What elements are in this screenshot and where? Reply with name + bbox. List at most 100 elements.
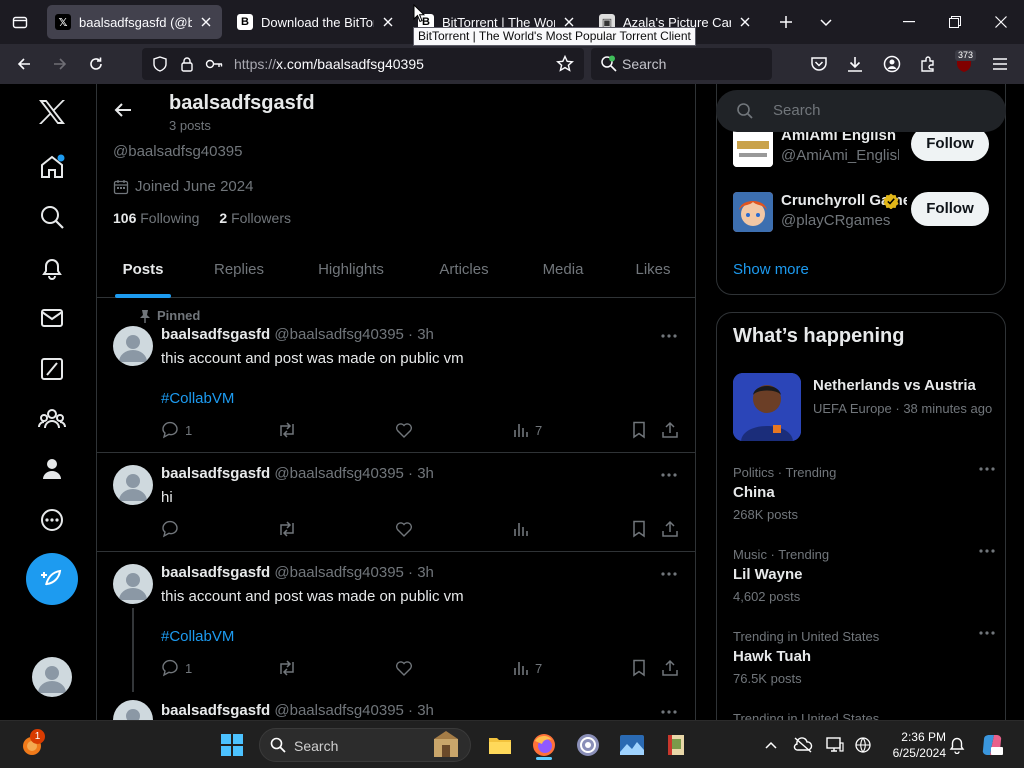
extensions-puzzle-icon[interactable] bbox=[912, 48, 944, 80]
event-image[interactable] bbox=[733, 373, 801, 441]
pocket-icon[interactable] bbox=[803, 48, 835, 80]
menu-hamburger-icon[interactable] bbox=[984, 48, 1016, 80]
list-all-tabs-icon[interactable] bbox=[6, 10, 34, 34]
close-tab-icon[interactable] bbox=[198, 14, 214, 30]
repost-button[interactable] bbox=[277, 420, 297, 440]
account-avatar[interactable] bbox=[32, 657, 72, 697]
notification-bell-icon[interactable] bbox=[942, 727, 972, 763]
back-arrow-icon[interactable] bbox=[8, 48, 40, 80]
follow-suggestion[interactable]: AmiAmi English @AmiAmi_English Follow bbox=[733, 127, 993, 171]
repost-button[interactable] bbox=[277, 519, 297, 539]
tab-highlights[interactable]: Highlights bbox=[309, 250, 393, 298]
more-dots-icon[interactable] bbox=[979, 549, 995, 565]
reply-button[interactable]: 1 bbox=[161, 658, 192, 678]
network-globe-icon[interactable] bbox=[848, 727, 878, 763]
tab-posts[interactable]: Posts bbox=[115, 250, 171, 298]
tab-articles[interactable]: Articles bbox=[431, 250, 497, 298]
trend-item[interactable]: Politics · Trending China 268K posts bbox=[733, 465, 995, 522]
tab-media[interactable]: Media bbox=[535, 250, 591, 298]
more-dots-icon[interactable] bbox=[659, 702, 679, 720]
messages-envelope-icon[interactable] bbox=[34, 300, 70, 336]
permissions-key-icon[interactable] bbox=[205, 56, 223, 72]
restore-window-icon[interactable] bbox=[932, 0, 978, 44]
tab-x-profile[interactable]: 𝕏 baalsadfsgasfd (@baalsadfsg40395) / X bbox=[47, 5, 222, 39]
post-avatar[interactable] bbox=[113, 465, 153, 505]
share-button[interactable] bbox=[661, 420, 679, 440]
explore-search-icon[interactable] bbox=[34, 199, 70, 235]
communities-icon[interactable] bbox=[34, 401, 70, 437]
compose-post-button[interactable] bbox=[26, 553, 78, 605]
show-more-link[interactable]: Show more bbox=[733, 261, 809, 278]
home-icon[interactable] bbox=[34, 149, 70, 185]
forward-arrow-icon[interactable] bbox=[44, 48, 76, 80]
views-button[interactable]: 7 bbox=[513, 658, 542, 678]
profile-person-icon[interactable] bbox=[34, 451, 70, 487]
follow-button[interactable]: Follow bbox=[911, 127, 989, 161]
bookmark-button[interactable] bbox=[631, 519, 647, 539]
taskbar-search-box[interactable]: Search bbox=[259, 728, 471, 762]
follow-button[interactable]: Follow bbox=[911, 192, 989, 226]
bookmark-star-icon[interactable] bbox=[556, 55, 574, 73]
system-clock[interactable]: 2:36 PM 6/25/2024 bbox=[876, 729, 946, 761]
post-author[interactable]: baalsadfsgasfd @baalsadfsg40395 · 3h bbox=[161, 702, 434, 719]
reply-button[interactable] bbox=[161, 519, 179, 539]
views-button[interactable] bbox=[513, 519, 529, 539]
lock-icon[interactable] bbox=[179, 56, 195, 72]
like-button[interactable] bbox=[395, 420, 413, 440]
like-button[interactable] bbox=[395, 519, 413, 539]
event-title[interactable]: Netherlands vs Austria bbox=[813, 377, 976, 394]
file-explorer-icon[interactable] bbox=[482, 727, 518, 763]
trend-item[interactable]: Trending in United States bbox=[733, 711, 993, 720]
new-tab-icon[interactable] bbox=[772, 8, 800, 36]
windows-start-icon[interactable] bbox=[214, 727, 250, 763]
post-item[interactable]: baalsadfsgasfd @baalsadfsg40395 · 3h hi bbox=[97, 453, 695, 552]
follow-suggestion[interactable]: Crunchyroll Games @playCRgames Follow bbox=[733, 192, 993, 236]
bittorrent-app-icon[interactable] bbox=[570, 727, 606, 763]
downloads-icon[interactable] bbox=[839, 48, 871, 80]
more-dots-icon[interactable] bbox=[979, 631, 995, 647]
tab-list-chevron-down-icon[interactable] bbox=[812, 8, 840, 36]
copilot-icon[interactable] bbox=[976, 727, 1008, 763]
bookmark-button[interactable] bbox=[631, 420, 647, 440]
like-button[interactable] bbox=[395, 658, 413, 678]
explore-search-field[interactable]: Search bbox=[716, 90, 1006, 132]
close-tab-icon[interactable] bbox=[380, 14, 396, 30]
following-link[interactable]: 106 Following bbox=[113, 210, 199, 226]
archive-app-icon[interactable] bbox=[658, 727, 694, 763]
more-dots-icon[interactable] bbox=[659, 564, 679, 584]
post-avatar[interactable] bbox=[113, 326, 153, 366]
more-dots-icon[interactable] bbox=[659, 326, 679, 346]
trend-item[interactable]: Music · Trending Lil Wayne 4,602 posts bbox=[733, 547, 995, 604]
post-author[interactable]: baalsadfsgasfd @baalsadfsg40395 · 3h bbox=[161, 564, 434, 581]
reload-icon[interactable] bbox=[80, 48, 112, 80]
more-circle-icon[interactable] bbox=[34, 502, 70, 538]
more-dots-icon[interactable] bbox=[659, 465, 679, 485]
bookmark-button[interactable] bbox=[631, 658, 647, 678]
post-avatar[interactable] bbox=[113, 700, 153, 720]
trend-item[interactable]: Trending in United States Hawk Tuah 76.5… bbox=[733, 629, 995, 686]
minimize-window-icon[interactable] bbox=[886, 0, 932, 44]
grok-icon[interactable] bbox=[34, 351, 70, 387]
firefox-icon[interactable] bbox=[526, 727, 562, 763]
hashtag-link[interactable]: #CollabVM bbox=[161, 628, 234, 645]
tab-likes[interactable]: Likes bbox=[629, 250, 677, 298]
web-search-box[interactable]: Search bbox=[591, 48, 772, 80]
cloud-offline-icon[interactable] bbox=[788, 727, 818, 763]
back-arrow-icon[interactable] bbox=[113, 100, 133, 120]
post-item[interactable]: baalsadfsgasfd @baalsadfsg40395 · 3h thi… bbox=[97, 552, 695, 692]
post-author[interactable]: baalsadfsgasfd @baalsadfsg40395 · 3h bbox=[161, 465, 434, 482]
address-bar[interactable]: https://x.com/baalsadfsg40395 bbox=[142, 48, 584, 80]
tracking-shield-icon[interactable] bbox=[152, 56, 168, 72]
close-window-icon[interactable] bbox=[978, 0, 1024, 44]
reply-button[interactable]: 1 bbox=[161, 420, 192, 440]
account-icon[interactable] bbox=[876, 48, 908, 80]
post-avatar[interactable] bbox=[113, 564, 153, 604]
post-item[interactable]: baalsadfsgasfd @baalsadfsg40395 · 3h bbox=[97, 692, 695, 720]
more-dots-icon[interactable] bbox=[979, 467, 995, 483]
notifications-bell-icon[interactable] bbox=[34, 250, 70, 286]
share-button[interactable] bbox=[661, 658, 679, 678]
tab-replies[interactable]: Replies bbox=[207, 250, 271, 298]
post-author[interactable]: baalsadfsgasfd @baalsadfsg40395 · 3h bbox=[161, 326, 434, 343]
display-icon[interactable] bbox=[820, 727, 850, 763]
share-button[interactable] bbox=[661, 519, 679, 539]
